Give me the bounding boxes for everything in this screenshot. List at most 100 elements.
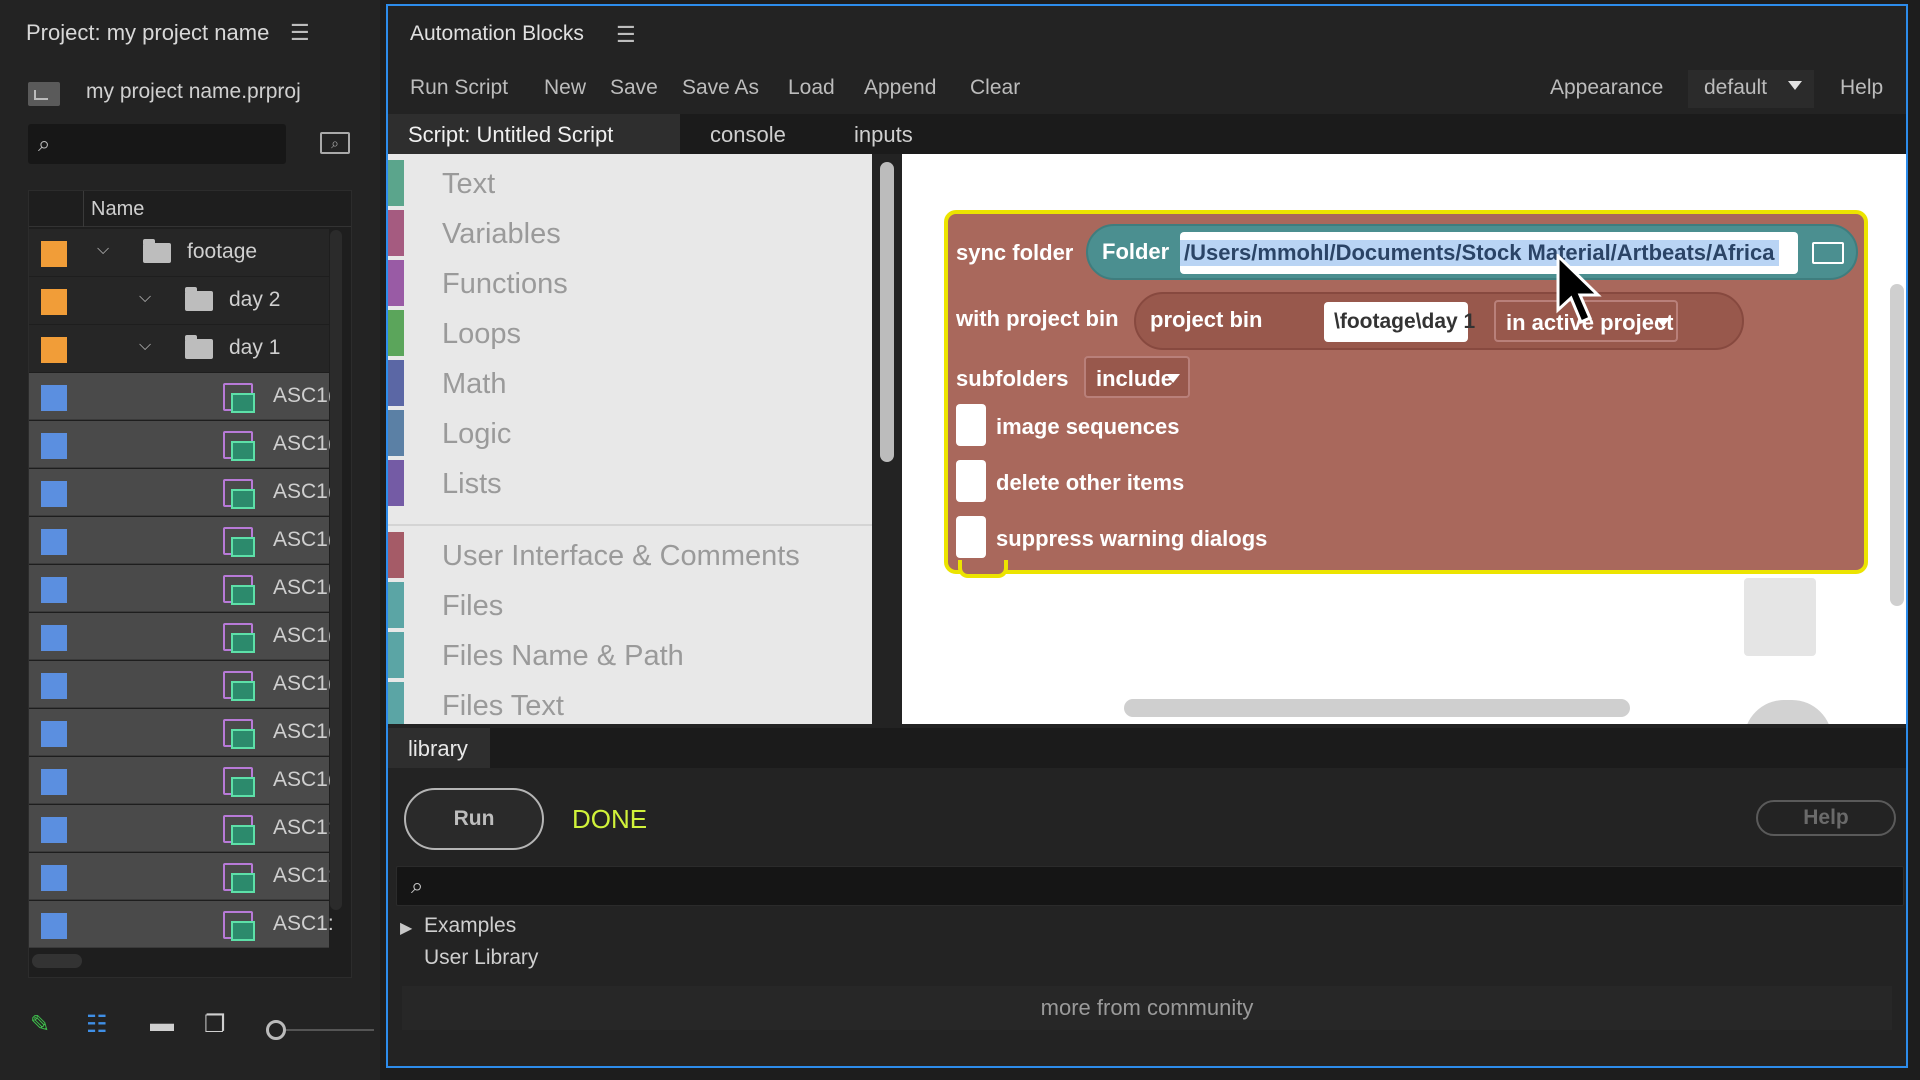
label-color-swatch[interactable] (41, 865, 67, 891)
clip-row[interactable]: ASC1( (29, 469, 335, 516)
panel-menu-icon[interactable]: ☰ (616, 22, 636, 48)
trash-can-icon[interactable] (1744, 578, 1816, 656)
library-help-button[interactable]: Help (1756, 800, 1896, 836)
folder-input-block[interactable]: Folder /Users/mmohl/Documents/Stock Mate… (1086, 224, 1858, 280)
toolbox-category-variables[interactable]: Variables (388, 210, 872, 258)
toolbox-category-files[interactable]: Files (388, 582, 872, 630)
workspace-vertical-scrollbar[interactable] (1890, 284, 1904, 606)
menu-clear[interactable]: Clear (970, 76, 1020, 100)
project-bin-block[interactable]: project bin \footage\day 1 in active pro… (1134, 292, 1744, 350)
menu-save-as[interactable]: Save As (682, 76, 759, 100)
clip-row[interactable]: ASC1( (29, 565, 335, 612)
project-search-input[interactable]: ⌕ (28, 124, 286, 164)
freeform-view-icon[interactable]: ❐ (204, 1010, 226, 1039)
bin-vertical-scrollbar[interactable] (330, 230, 342, 910)
theme-select[interactable]: default (1688, 70, 1814, 108)
block-next-connector (958, 560, 1008, 578)
workspace-horizontal-scrollbar[interactable] (1124, 699, 1630, 717)
clip-row[interactable]: ASC1: (29, 901, 334, 948)
zoom-slider[interactable] (266, 1020, 286, 1040)
toolbox-category-files-text[interactable]: Files Text (388, 682, 872, 724)
label-color-swatch[interactable] (41, 289, 67, 315)
tab-script[interactable]: Script: Untitled Script (388, 114, 680, 154)
subfolders-dropdown[interactable]: include (1084, 356, 1190, 398)
clip-row[interactable]: ASC1( (29, 757, 335, 804)
bin-horizontal-scrollbar[interactable] (32, 954, 82, 968)
image-sequences-checkbox[interactable] (956, 404, 986, 446)
clip-row[interactable]: ASC1( (29, 709, 335, 756)
row-name: ASC1: (273, 912, 334, 935)
delete-other-items-checkbox[interactable] (956, 460, 986, 502)
toolbox-category-files-name-path[interactable]: Files Name & Path (388, 632, 872, 680)
folder-icon (185, 287, 213, 311)
tab-library[interactable]: library (388, 728, 490, 768)
folder-path-field[interactable]: /Users/mmohl/Documents/Stock Material/Ar… (1180, 232, 1798, 274)
tree-item-user-library[interactable]: User Library (424, 946, 538, 970)
label-color-swatch[interactable] (41, 721, 67, 747)
label-color-swatch[interactable] (41, 913, 67, 939)
find-icon[interactable]: ⌕ (320, 132, 350, 154)
tab-console[interactable]: console (690, 114, 820, 154)
menu-new[interactable]: New (544, 76, 586, 100)
category-label: Loops (442, 318, 522, 350)
label-color-swatch[interactable] (41, 481, 67, 507)
chevron-down-icon[interactable]: ⌵ (139, 289, 151, 307)
label-color-swatch[interactable] (41, 433, 67, 459)
sync-folder-block[interactable]: sync folder Folder /Users/mmohl/Document… (944, 210, 1868, 574)
search-icon: ⌕ (38, 131, 51, 156)
clip-row[interactable]: ASC1( (29, 661, 335, 708)
suppress-warning-dialogs-checkbox[interactable] (956, 516, 986, 558)
label-color-swatch[interactable] (41, 337, 67, 363)
chevron-down-icon[interactable]: ⌵ (97, 241, 109, 259)
label-color-swatch[interactable] (41, 673, 67, 699)
tree-item-examples[interactable]: Examples (424, 914, 516, 938)
chevron-down-icon[interactable]: ⌵ (139, 337, 151, 355)
toolbox-category-user-interface-comments[interactable]: User Interface & Comments (388, 532, 872, 580)
menu-save[interactable]: Save (610, 76, 658, 100)
bin-path-field[interactable]: \footage\day 1 (1324, 302, 1475, 342)
list-view-icon[interactable]: ☷ (86, 1010, 108, 1039)
label-color-swatch[interactable] (41, 817, 67, 843)
label-color-swatch[interactable] (41, 529, 67, 555)
toolbox-scrollbar[interactable] (880, 162, 894, 462)
more-from-community-button[interactable]: more from community (402, 986, 1892, 1030)
label-color-swatch[interactable] (41, 769, 67, 795)
name-column-label[interactable]: Name (91, 198, 144, 221)
folder-browse-icon[interactable] (1812, 242, 1844, 264)
block-workspace[interactable]: + − sync folder Folder /Users/mmohl/Docu… (902, 154, 1906, 724)
folder-row[interactable]: ⌵ day 2 (29, 277, 329, 324)
toolbox-category-text[interactable]: Text (388, 160, 872, 208)
menu-run-script[interactable]: Run Script (410, 76, 508, 100)
zoom-slider-track (284, 1029, 374, 1031)
clip-row[interactable]: ASC1( (29, 613, 335, 660)
pencil-icon[interactable]: ✎ (30, 1010, 50, 1039)
menu-load[interactable]: Load (788, 76, 835, 100)
clip-row[interactable]: ASC1: (29, 805, 334, 852)
icon-view-icon[interactable]: ▬ (150, 1010, 174, 1038)
clip-row[interactable]: ASC1( (29, 373, 335, 420)
label-color-swatch[interactable] (41, 577, 67, 603)
menu-help[interactable]: Help (1840, 76, 1883, 100)
toolbox-category-math[interactable]: Math (388, 360, 872, 408)
clip-row[interactable]: ASC1: (29, 853, 334, 900)
project-panel: Project: my project name ☰ my project na… (0, 0, 380, 1080)
toolbox-category-functions[interactable]: Functions (388, 260, 872, 308)
run-button[interactable]: Run (404, 788, 544, 850)
toolbox-category-lists[interactable]: Lists (388, 460, 872, 508)
library-search-input[interactable]: ⌕ (396, 866, 1904, 906)
label-color-swatch[interactable] (41, 625, 67, 651)
tab-inputs[interactable]: inputs (834, 114, 944, 154)
run-status: DONE (572, 804, 648, 834)
clip-row[interactable]: ASC1( (29, 421, 335, 468)
folder-row[interactable]: ⌵ footage (29, 229, 329, 276)
toolbox-category-loops[interactable]: Loops (388, 310, 872, 358)
clip-row[interactable]: ASC1( (29, 517, 335, 564)
project-up-icon[interactable] (28, 82, 60, 106)
menu-append[interactable]: Append (864, 76, 936, 100)
label-color-swatch[interactable] (41, 241, 67, 267)
folder-row[interactable]: ⌵ day 1 (29, 325, 329, 372)
expand-arrow-icon[interactable]: ▶ (400, 918, 412, 938)
toolbox-category-logic[interactable]: Logic (388, 410, 872, 458)
label-color-swatch[interactable] (41, 385, 67, 411)
project-menu-icon[interactable]: ☰ (290, 20, 310, 46)
